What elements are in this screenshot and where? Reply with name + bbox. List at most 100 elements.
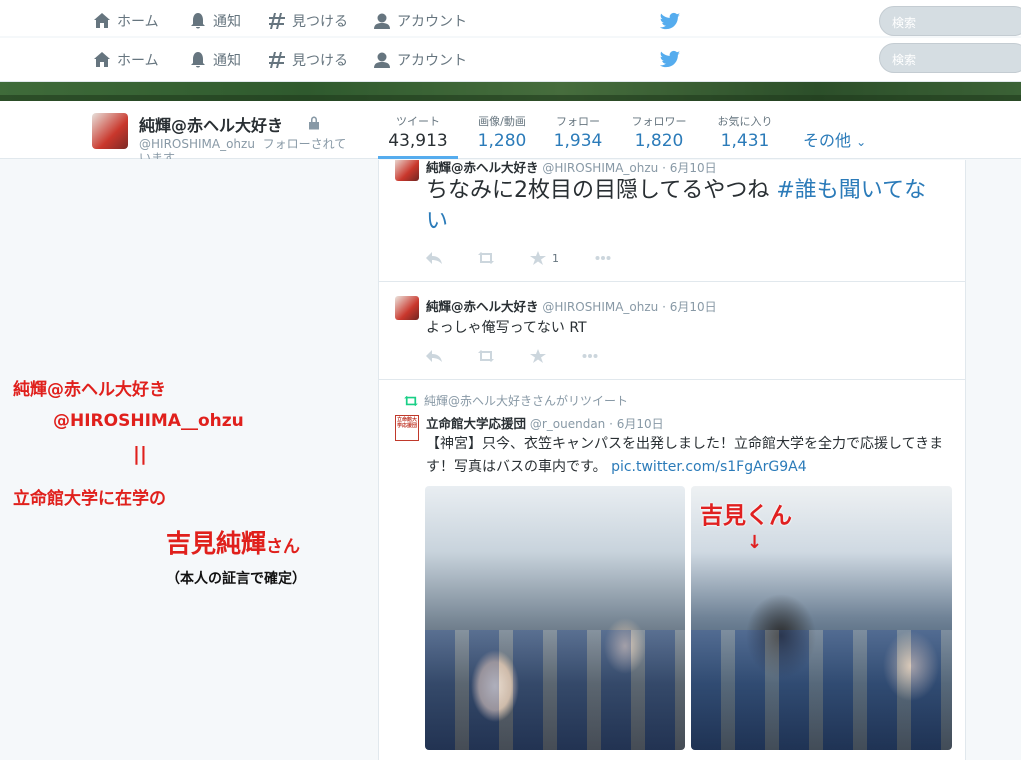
profile-handle-line: @HIROSHIMA_ohzu フォローされています: [139, 137, 349, 159]
photo-detail: [691, 630, 952, 750]
tweet-date[interactable]: 6月10日: [670, 161, 717, 175]
stat-value: 43,913: [388, 131, 448, 151]
tweet-photo[interactable]: 吉見くん ↓: [691, 486, 952, 750]
hashtag-icon: [268, 51, 286, 69]
stat-label: フォロー: [556, 115, 600, 128]
reply-icon[interactable]: [426, 348, 444, 364]
hashtag-icon: [268, 12, 286, 30]
stat-favorites[interactable]: お気に入り 1,431: [710, 113, 780, 151]
more-menu[interactable]: その他 ⌄: [803, 127, 866, 151]
tweet[interactable]: 純輝@赤ヘル大好き @HIROSHIMA_ohzu · 6月10日 よっしゃ俺写…: [379, 282, 965, 380]
stat-label: ツイート: [396, 115, 440, 128]
chevron-down-icon: ⌄: [856, 135, 867, 149]
avatar[interactable]: [395, 296, 419, 320]
retweet-icon[interactable]: [478, 250, 496, 266]
more-icon[interactable]: [595, 250, 613, 266]
twitter-bird-icon[interactable]: [659, 12, 683, 34]
nav-account-label: アカウント: [397, 53, 467, 69]
arrow-down-icon: ↓: [747, 532, 763, 553]
more-icon[interactable]: [582, 348, 600, 364]
tweet-header: 立命館大学応援団 @r_ouendan · 6月10日: [426, 416, 664, 431]
favorite-count: 1: [552, 251, 559, 265]
retweet-icon: [404, 395, 418, 407]
tweet-author-name[interactable]: 立命館大学応援団: [426, 416, 526, 431]
annotation-line: ||: [133, 443, 147, 465]
tweet-header: 純輝@赤ヘル大好き @HIROSHIMA_ohzu · 6月10日: [426, 299, 717, 314]
retweeted-by-label[interactable]: 純輝@赤ヘル大好きさんがリツイート: [424, 392, 628, 409]
tweet-text: 【神宮】只今、衣笠キャンパスを出発しました！立命館大学を全力で応援してきます！写…: [426, 433, 951, 479]
twitter-bird-icon[interactable]: [659, 50, 683, 72]
stat-value: 1,934: [553, 131, 603, 151]
retweet-context: 純輝@赤ヘル大好きさんがリツイート: [404, 392, 628, 409]
search-input[interactable]: 検索: [879, 6, 1021, 36]
nav-home[interactable]: ホーム: [93, 50, 159, 70]
favorite-icon[interactable]: [530, 348, 548, 364]
nav-discover-label: 見つける: [292, 53, 348, 69]
stat-value: 1,431: [720, 131, 770, 151]
stat-label: お気に入り: [717, 115, 773, 128]
bell-icon: [189, 12, 207, 30]
profile-handle[interactable]: @HIROSHIMA_ohzu: [139, 137, 255, 151]
profile-name[interactable]: 純輝@赤ヘル大好き: [139, 112, 283, 136]
tweet[interactable]: 純輝@赤ヘル大好きさんがリツイート 立命館大学応援団 立命館大学応援団 @r_o…: [379, 380, 965, 760]
home-icon: [93, 51, 111, 69]
tweet-actions: 1: [426, 250, 647, 266]
tweet-link[interactable]: pic.twitter.com/s1FgArG9A4: [611, 459, 807, 475]
photo-annotation: 吉見くん: [700, 503, 792, 529]
tweet-author-name[interactable]: 純輝@赤ヘル大好き: [426, 160, 539, 175]
tweet-date[interactable]: 6月10日: [670, 300, 717, 314]
tweet-handle[interactable]: @HIROSHIMA_ohzu: [542, 300, 658, 314]
person-icon: [373, 51, 391, 69]
tweet-text: ちなみに2枚目の目隠してるやつね #誰も聞いてない: [426, 175, 946, 237]
nav-notifications[interactable]: 通知: [189, 50, 241, 70]
avatar[interactable]: 立命館大学応援団: [395, 415, 419, 441]
nav-notifications-label: 通知: [213, 53, 241, 69]
more-label: その他: [803, 131, 852, 150]
stat-label: フォロワー: [631, 115, 687, 128]
annotation-line: @HIROSHIMA__ohzu: [53, 411, 244, 431]
nav-notifications-label: 通知: [213, 14, 241, 30]
photo-detail: [425, 630, 685, 750]
annotation-name: 吉見純輝さん: [166, 524, 300, 560]
nav-discover[interactable]: 見つける: [268, 50, 348, 70]
reply-icon[interactable]: [426, 250, 444, 266]
tweet-date[interactable]: 6月10日: [617, 417, 664, 431]
nav-account[interactable]: アカウント: [373, 11, 467, 31]
avatar[interactable]: [395, 160, 419, 181]
top-nav-bar: ホーム 通知 見つける アカウント 検索: [0, 0, 1021, 36]
nav-discover[interactable]: 見つける: [268, 11, 348, 31]
stat-media[interactable]: 画像/動画 1,280: [470, 113, 534, 151]
tweet[interactable]: 純輝@赤ヘル大好き @HIROSHIMA_ohzu · 6月10日 ちなみに2枚…: [379, 160, 965, 282]
stat-value: 1,280: [477, 131, 527, 151]
tweet-text-body: ちなみに2枚目の目隠してるやつね: [426, 178, 777, 203]
favorite-icon[interactable]: [530, 250, 548, 266]
avatar[interactable]: [92, 113, 128, 149]
lock-icon: [308, 115, 320, 130]
nav-home-label: ホーム: [117, 14, 159, 30]
profile-header-banner: [0, 82, 1021, 101]
search-input[interactable]: 検索: [879, 43, 1021, 73]
tweet-actions: [426, 348, 634, 364]
stat-tweets[interactable]: ツイート 43,913: [378, 113, 458, 159]
tweet-photo[interactable]: [425, 486, 685, 750]
annotation-name-text: 吉見純輝: [166, 529, 267, 558]
home-icon: [93, 12, 111, 30]
nav-account-label: アカウント: [397, 14, 467, 30]
annotation-line: 立命館大学に在学の: [13, 489, 166, 509]
top-nav-bar: ホーム 通知 見つける アカウント 検索: [0, 38, 1021, 82]
person-icon: [373, 12, 391, 30]
nav-home-label: ホーム: [117, 53, 159, 69]
tweet-handle[interactable]: @HIROSHIMA_ohzu: [542, 161, 658, 175]
stat-value: 1,820: [634, 131, 684, 151]
tweet-handle[interactable]: @r_ouendan: [530, 417, 605, 431]
retweet-icon[interactable]: [478, 348, 496, 364]
nav-account[interactable]: アカウント: [373, 50, 467, 70]
nav-home[interactable]: ホーム: [93, 11, 159, 31]
tweet-text: よっしゃ俺写ってない RT: [426, 320, 587, 336]
nav-discover-label: 見つける: [292, 14, 348, 30]
stat-following[interactable]: フォロー 1,934: [548, 113, 608, 151]
tweet-author-name[interactable]: 純輝@赤ヘル大好き: [426, 299, 539, 314]
stat-followers[interactable]: フォロワー 1,820: [626, 113, 692, 151]
annotation-line: 純輝@赤ヘル大好き: [13, 380, 166, 400]
nav-notifications[interactable]: 通知: [189, 11, 241, 31]
